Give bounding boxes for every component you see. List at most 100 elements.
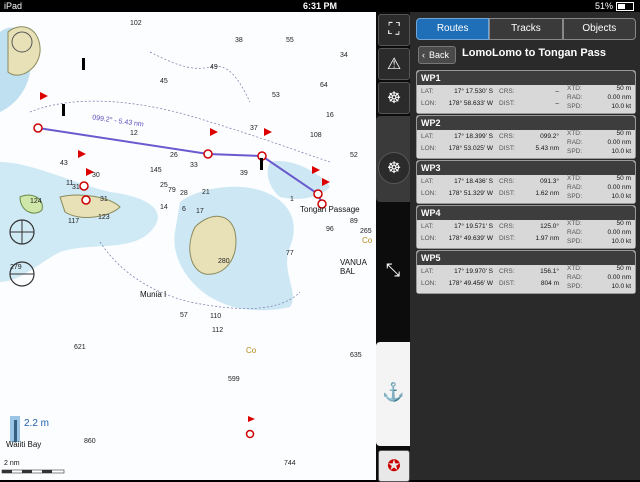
lon-value: 178° 53.025' W bbox=[448, 145, 493, 152]
xtd-value: 50 m bbox=[616, 130, 631, 137]
field-label: DIST: bbox=[499, 145, 515, 152]
spd-value: 10.0 kt bbox=[611, 193, 631, 200]
route-edit-toggle[interactable]: ⤡ bbox=[376, 204, 410, 338]
field-label: CRS: bbox=[499, 133, 515, 140]
depth-sounding: 31 bbox=[100, 196, 108, 203]
waypoint-details: LAT: 17° 19.970' S LON: 178° 49.456' W CRS: 1… bbox=[417, 265, 635, 293]
tab-objects[interactable]: Objects bbox=[562, 18, 636, 40]
depth-sounding: 37 bbox=[250, 125, 258, 132]
nautical-chart[interactable]: 55 49 45 53 64 16 102 38 145 108 12 25 33 39 37 52 26 79 1… bbox=[0, 12, 378, 480]
depth-sounding: 599 bbox=[228, 376, 240, 383]
helm-wheel-icon[interactable]: ☸ bbox=[378, 82, 410, 114]
map-mode-icon[interactable]: ⛶ bbox=[378, 14, 410, 46]
depth-sounding: 279 bbox=[10, 264, 22, 271]
lat-value: 17° 19.571' S bbox=[454, 223, 493, 230]
warning-icon[interactable]: ⚠ bbox=[378, 48, 410, 80]
depth-sounding: 52 bbox=[350, 152, 358, 159]
waypoint-card[interactable]: WP1 LAT: 17° 17.530' S LON: 178° 58.633' W CR… bbox=[416, 70, 636, 114]
steering-icon[interactable]: ☸ bbox=[378, 152, 410, 184]
xtd-value: 50 m bbox=[616, 85, 631, 92]
depth-sounding: 14 bbox=[160, 204, 168, 211]
field-label: SPD: bbox=[567, 193, 583, 200]
depth-sounding: 53 bbox=[272, 92, 280, 99]
status-bar: iPad 6:31 PM 51% bbox=[0, 0, 640, 12]
waypoint-marker bbox=[313, 189, 323, 199]
depth-sounding: 26 bbox=[170, 152, 178, 159]
field-label: LON: bbox=[421, 190, 437, 197]
depth-sounding: 744 bbox=[284, 460, 296, 467]
depth-sounding: 265 bbox=[360, 228, 372, 235]
field-label: XTD: bbox=[567, 85, 582, 92]
field-label: RAD: bbox=[567, 274, 583, 281]
field-label: RAD: bbox=[567, 229, 583, 236]
depth-sounding: 11 bbox=[66, 180, 74, 187]
field-label: LON: bbox=[421, 235, 437, 242]
waypoint-marker bbox=[203, 149, 213, 159]
rad-value: 0.00 nm bbox=[607, 94, 632, 101]
beacon-icon bbox=[62, 104, 65, 116]
tab-routes[interactable]: Routes bbox=[416, 18, 490, 40]
depth-sounding: 96 bbox=[326, 226, 334, 233]
field-label: LON: bbox=[421, 280, 437, 287]
field-label: CRS: bbox=[499, 223, 515, 230]
depth-sounding: 123 bbox=[98, 214, 110, 221]
field-label: LAT: bbox=[421, 178, 434, 185]
beacon-icon bbox=[82, 58, 85, 70]
depth-sounding: 28 bbox=[180, 190, 188, 197]
depth-sounding: 39 bbox=[240, 170, 248, 177]
route-panel-toggle[interactable]: ☸ bbox=[376, 116, 410, 202]
xtd-value: 50 m bbox=[616, 220, 631, 227]
field-label: SPD: bbox=[567, 103, 583, 110]
waypoint-card[interactable]: WP2 LAT: 17° 18.399' S LON: 178° 53.025' W CR… bbox=[416, 115, 636, 159]
field-label: RAD: bbox=[567, 139, 583, 146]
waypoint-card[interactable]: WP4 LAT: 17° 19.571' S LON: 178° 49.639' W CR… bbox=[416, 205, 636, 249]
depth-sounding: 102 bbox=[130, 20, 142, 27]
place-label: Waiiti Bay bbox=[6, 440, 42, 449]
place-label: Tongan Passage bbox=[300, 205, 360, 214]
depth-sounding: 43 bbox=[60, 160, 68, 167]
lon-value: 178° 49.456' W bbox=[448, 280, 493, 287]
waypoint-card[interactable]: WP3 LAT: 17° 18.436' S LON: 178° 51.329' W CR… bbox=[416, 160, 636, 204]
panel-tabs: Routes Tracks Objects bbox=[416, 18, 636, 40]
field-label: XTD: bbox=[567, 130, 582, 137]
field-label: DIST: bbox=[499, 190, 515, 197]
depth-sounding: 64 bbox=[320, 82, 328, 89]
field-label: DIST: bbox=[499, 280, 515, 287]
field-label: LAT: bbox=[421, 133, 434, 140]
field-label: LON: bbox=[421, 100, 437, 107]
depth-sounding: 635 bbox=[350, 352, 362, 359]
field-label: XTD: bbox=[567, 175, 582, 182]
spd-value: 10.0 kt bbox=[611, 283, 631, 290]
field-label: CRS: bbox=[499, 88, 515, 95]
route-panel: Routes Tracks Objects Back LomoLomo to T… bbox=[410, 12, 640, 480]
waypoint-name: WP3 bbox=[417, 161, 635, 175]
route-edit-icon[interactable]: ⤡ bbox=[380, 260, 406, 286]
back-button[interactable]: Back bbox=[418, 46, 457, 64]
waypoint-name: WP4 bbox=[417, 206, 635, 220]
lon-value: 178° 58.633' W bbox=[448, 100, 493, 107]
dist-value: 1.97 nm bbox=[535, 235, 560, 242]
seabed-label: Co bbox=[246, 346, 257, 355]
place-label: Munia I bbox=[140, 290, 167, 299]
waypoint-details: LAT: 17° 17.530' S LON: 178° 58.633' W CRS: –… bbox=[417, 85, 635, 113]
depth-sounding: 21 bbox=[202, 189, 210, 196]
depth-sounding: 16 bbox=[326, 112, 334, 119]
field-label: RAD: bbox=[567, 94, 583, 101]
waypoint-card[interactable]: WP5 LAT: 17° 19.970' S LON: 178° 49.456' W CR… bbox=[416, 250, 636, 294]
dist-value: 5.43 nm bbox=[535, 145, 560, 152]
depth-sounding: 110 bbox=[210, 313, 222, 320]
field-label: DIST: bbox=[499, 235, 515, 242]
waypoint-name: WP2 bbox=[417, 116, 635, 130]
tab-tracks[interactable]: Tracks bbox=[489, 18, 563, 40]
depth-sounding: 89 bbox=[350, 218, 358, 225]
dist-value: – bbox=[555, 100, 559, 107]
settings-icon[interactable]: ✪ bbox=[378, 450, 410, 482]
tide-icon[interactable]: ⚓ bbox=[382, 382, 404, 408]
lon-value: 178° 49.639' W bbox=[448, 235, 493, 242]
depth-sounding: 6 bbox=[182, 206, 186, 213]
field-label: CRS: bbox=[499, 268, 515, 275]
tide-panel-toggle[interactable]: ⚓ bbox=[376, 342, 410, 446]
waypoint-details: LAT: 17° 18.436' S LON: 178° 51.329' W CRS: 0… bbox=[417, 175, 635, 203]
xtd-value: 50 m bbox=[616, 265, 631, 272]
flag-icon bbox=[40, 92, 48, 104]
